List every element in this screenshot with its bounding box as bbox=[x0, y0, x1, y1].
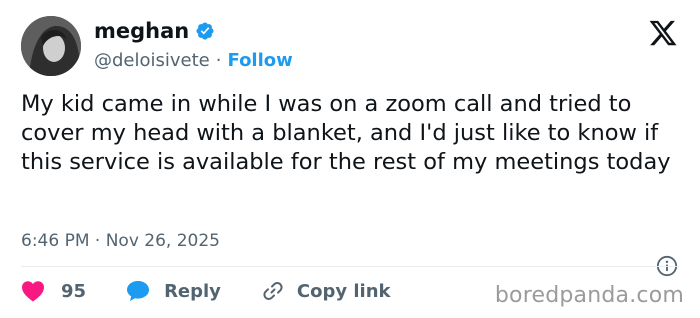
watermark: boredpanda.com bbox=[494, 283, 684, 308]
link-icon bbox=[261, 279, 285, 303]
x-logo-icon[interactable] bbox=[648, 18, 678, 48]
speech-bubble-icon bbox=[126, 280, 150, 302]
like-count: 95 bbox=[61, 280, 87, 302]
reply-button[interactable]: Reply bbox=[126, 280, 261, 302]
tweet-timestamp[interactable]: 6:46 PM · Nov 26, 2025 bbox=[21, 231, 220, 251]
follow-button[interactable]: Follow bbox=[228, 50, 293, 71]
reply-label: Reply bbox=[164, 280, 221, 302]
avatar[interactable] bbox=[21, 16, 81, 76]
heart-icon bbox=[21, 280, 45, 302]
copy-link-label: Copy link bbox=[296, 280, 391, 302]
author-handle[interactable]: @deloisivete bbox=[94, 50, 210, 71]
tweet-text: My kid came in while I was on a zoom cal… bbox=[21, 91, 671, 175]
verified-badge-icon bbox=[195, 21, 215, 41]
like-button[interactable]: 95 bbox=[21, 280, 126, 302]
copy-link-button[interactable]: Copy link bbox=[261, 279, 391, 303]
separator-dot: · bbox=[215, 50, 222, 71]
author-name[interactable]: meghan bbox=[94, 19, 189, 43]
divider bbox=[21, 266, 679, 267]
